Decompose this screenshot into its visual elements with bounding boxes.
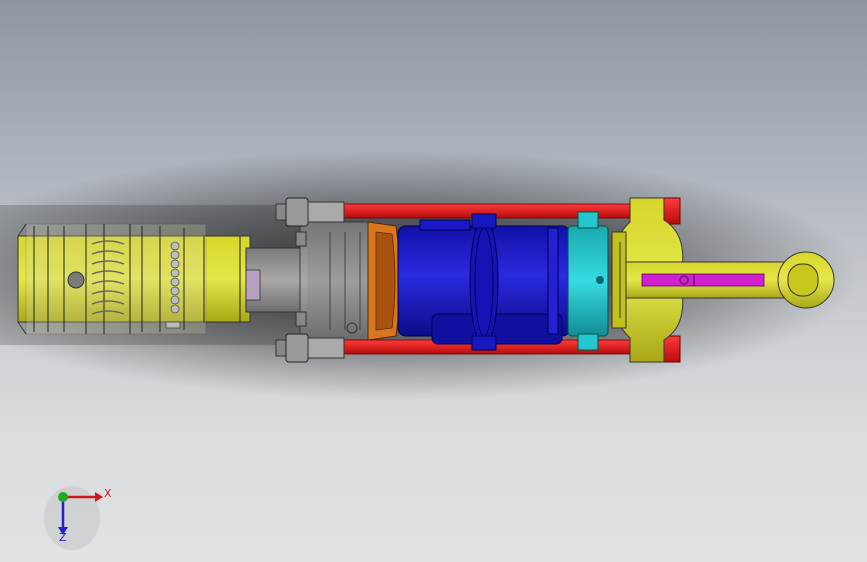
- assembly-model[interactable]: [0, 0, 867, 562]
- flange-orange[interactable]: [367, 221, 401, 341]
- cad-graphics-area[interactable]: X Z: [0, 0, 867, 562]
- x-axis-label: X: [104, 487, 112, 500]
- cylinder-body[interactable]: [397, 213, 571, 351]
- coordinate-triad: [44, 486, 103, 550]
- handle-tube[interactable]: [17, 223, 251, 335]
- rod-slot: [641, 273, 765, 287]
- piston-ring[interactable]: [567, 211, 609, 351]
- z-axis-label: Z: [59, 531, 67, 544]
